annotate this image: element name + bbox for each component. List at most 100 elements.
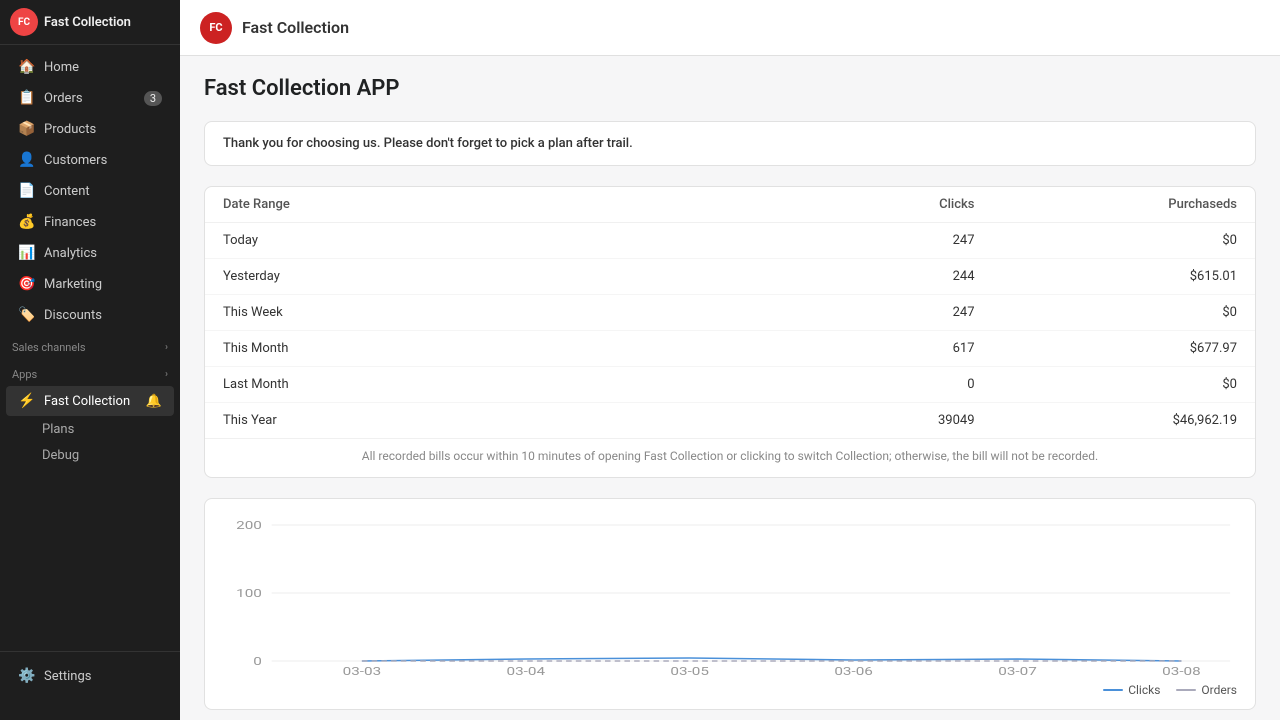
sidebar-label-customers: Customers	[44, 153, 107, 168]
sidebar-item-home[interactable]: 🏠 Home	[6, 52, 174, 82]
sidebar-item-settings[interactable]: ⚙️ Settings	[6, 661, 174, 691]
sidebar-item-customers[interactable]: 👤 Customers	[6, 145, 174, 175]
orders-legend-line	[1176, 689, 1196, 691]
sidebar-subitem-plans[interactable]: Plans	[6, 417, 174, 442]
col-header-clicks: Clicks	[730, 187, 993, 223]
cell-date: Yesterday	[205, 259, 730, 295]
cell-clicks: 244	[730, 259, 993, 295]
cell-date: This Month	[205, 331, 730, 367]
col-header-purchased: Purchaseds	[993, 187, 1256, 223]
marketing-icon: 🎯	[18, 276, 36, 292]
topbar-title: Fast Collection	[242, 18, 349, 37]
analytics-icon: 📊	[18, 245, 36, 261]
store-name: Fast Collection	[44, 15, 131, 30]
chevron-right-icon: ›	[165, 369, 168, 380]
chart-area: 200 100 0 03-03 03-04 03-05 03-06 03-07 …	[223, 515, 1237, 675]
svg-text:03-06: 03-06	[834, 666, 873, 675]
sidebar-item-products[interactable]: 📦 Products	[6, 114, 174, 144]
stats-table: Date Range Clicks Purchaseds Today 247 $…	[205, 187, 1255, 438]
svg-text:03-05: 03-05	[670, 666, 709, 675]
sidebar-label-home: Home	[44, 60, 79, 75]
svg-text:03-04: 03-04	[507, 666, 546, 675]
svg-text:03-07: 03-07	[998, 666, 1037, 675]
sidebar-item-orders[interactable]: 📋 Orders 3	[6, 83, 174, 113]
chart-card: 200 100 0 03-03 03-04 03-05 03-06 03-07 …	[204, 498, 1256, 710]
table-note: All recorded bills occur within 10 minut…	[205, 438, 1255, 477]
cell-purchased: $0	[993, 367, 1256, 403]
customers-icon: 👤	[18, 152, 36, 168]
sidebar-nav: 🏠 Home 📋 Orders 3 📦 Products 👤 Customers…	[0, 45, 180, 651]
cell-date: This Week	[205, 295, 730, 331]
legend-clicks: Clicks	[1103, 683, 1160, 697]
cell-clicks: 39049	[730, 403, 993, 439]
sidebar-item-content[interactable]: 📄 Content	[6, 176, 174, 206]
cell-date: Last Month	[205, 367, 730, 403]
sidebar-label-products: Products	[44, 122, 96, 137]
legend-orders: Orders	[1176, 683, 1237, 697]
fast-collection-icon: ⚡	[18, 393, 36, 409]
chart-svg: 200 100 0 03-03 03-04 03-05 03-06 03-07 …	[223, 515, 1237, 675]
cell-purchased: $0	[993, 295, 1256, 331]
cell-clicks: 617	[730, 331, 993, 367]
cell-date: Today	[205, 223, 730, 259]
settings-icon: ⚙️	[18, 668, 36, 684]
svg-text:0: 0	[253, 656, 262, 668]
clicks-legend-label: Clicks	[1128, 683, 1160, 697]
notice-text: Thank you for choosing us. Please don't …	[205, 122, 1255, 165]
sidebar: FC Fast Collection 🏠 Home 📋 Orders 3 📦 P…	[0, 0, 180, 720]
cell-purchased: $0	[993, 223, 1256, 259]
sidebar-label-finances: Finances	[44, 215, 96, 230]
discounts-icon: 🏷️	[18, 307, 36, 323]
home-icon: 🏠	[18, 59, 36, 75]
app-logo: FC	[200, 12, 232, 44]
bell-icon: 🔔	[146, 394, 162, 409]
sidebar-item-marketing[interactable]: 🎯 Marketing	[6, 269, 174, 299]
cell-clicks: 247	[730, 223, 993, 259]
sidebar-label-discounts: Discounts	[44, 308, 102, 323]
cell-purchased: $46,962.19	[993, 403, 1256, 439]
sidebar-item-finances[interactable]: 💰 Finances	[6, 207, 174, 237]
finances-icon: 💰	[18, 214, 36, 230]
topbar: FC Fast Collection	[180, 0, 1280, 56]
cell-clicks: 0	[730, 367, 993, 403]
clicks-legend-line	[1103, 689, 1123, 691]
col-header-date: Date Range	[205, 187, 730, 223]
cell-clicks: 247	[730, 295, 993, 331]
cell-purchased: $677.97	[993, 331, 1256, 367]
table-row: Yesterday 244 $615.01	[205, 259, 1255, 295]
store-icon: FC	[10, 8, 38, 36]
products-icon: 📦	[18, 121, 36, 137]
sidebar-header: FC Fast Collection	[0, 0, 180, 45]
sidebar-subitem-debug[interactable]: Debug	[6, 443, 174, 468]
table-row: This Week 247 $0	[205, 295, 1255, 331]
chevron-right-icon: ›	[165, 342, 168, 353]
sidebar-item-discounts[interactable]: 🏷️ Discounts	[6, 300, 174, 330]
orders-legend-label: Orders	[1201, 683, 1237, 697]
svg-text:03-08: 03-08	[1162, 666, 1201, 675]
page-title: Fast Collection APP	[204, 76, 1256, 101]
svg-text:100: 100	[236, 588, 262, 600]
table-row: Last Month 0 $0	[205, 367, 1255, 403]
table-row: Today 247 $0	[205, 223, 1255, 259]
stats-card: Date Range Clicks Purchaseds Today 247 $…	[204, 186, 1256, 478]
content-icon: 📄	[18, 183, 36, 199]
chart-legend: Clicks Orders	[223, 683, 1237, 697]
cell-purchased: $615.01	[993, 259, 1256, 295]
table-row: This Year 39049 $46,962.19	[205, 403, 1255, 439]
sidebar-item-analytics[interactable]: 📊 Analytics	[6, 238, 174, 268]
svg-text:200: 200	[236, 520, 262, 532]
sidebar-label-orders: Orders	[44, 91, 83, 106]
orders-icon: 📋	[18, 90, 36, 106]
sidebar-label-content: Content	[44, 184, 90, 199]
cell-date: This Year	[205, 403, 730, 439]
sidebar-label-marketing: Marketing	[44, 277, 102, 292]
sales-channels-section[interactable]: Sales channels ›	[0, 331, 180, 358]
page-content: Fast Collection APP Thank you for choosi…	[180, 56, 1280, 720]
sidebar-footer: ⚙️ Settings	[0, 651, 180, 700]
sidebar-item-fast-collection[interactable]: ⚡ Fast Collection 🔔	[6, 386, 174, 416]
main-content: FC Fast Collection Fast Collection APP T…	[180, 0, 1280, 720]
table-row: This Month 617 $677.97	[205, 331, 1255, 367]
notice-card: Thank you for choosing us. Please don't …	[204, 121, 1256, 166]
apps-section[interactable]: Apps ›	[0, 358, 180, 385]
svg-text:03-03: 03-03	[343, 666, 382, 675]
